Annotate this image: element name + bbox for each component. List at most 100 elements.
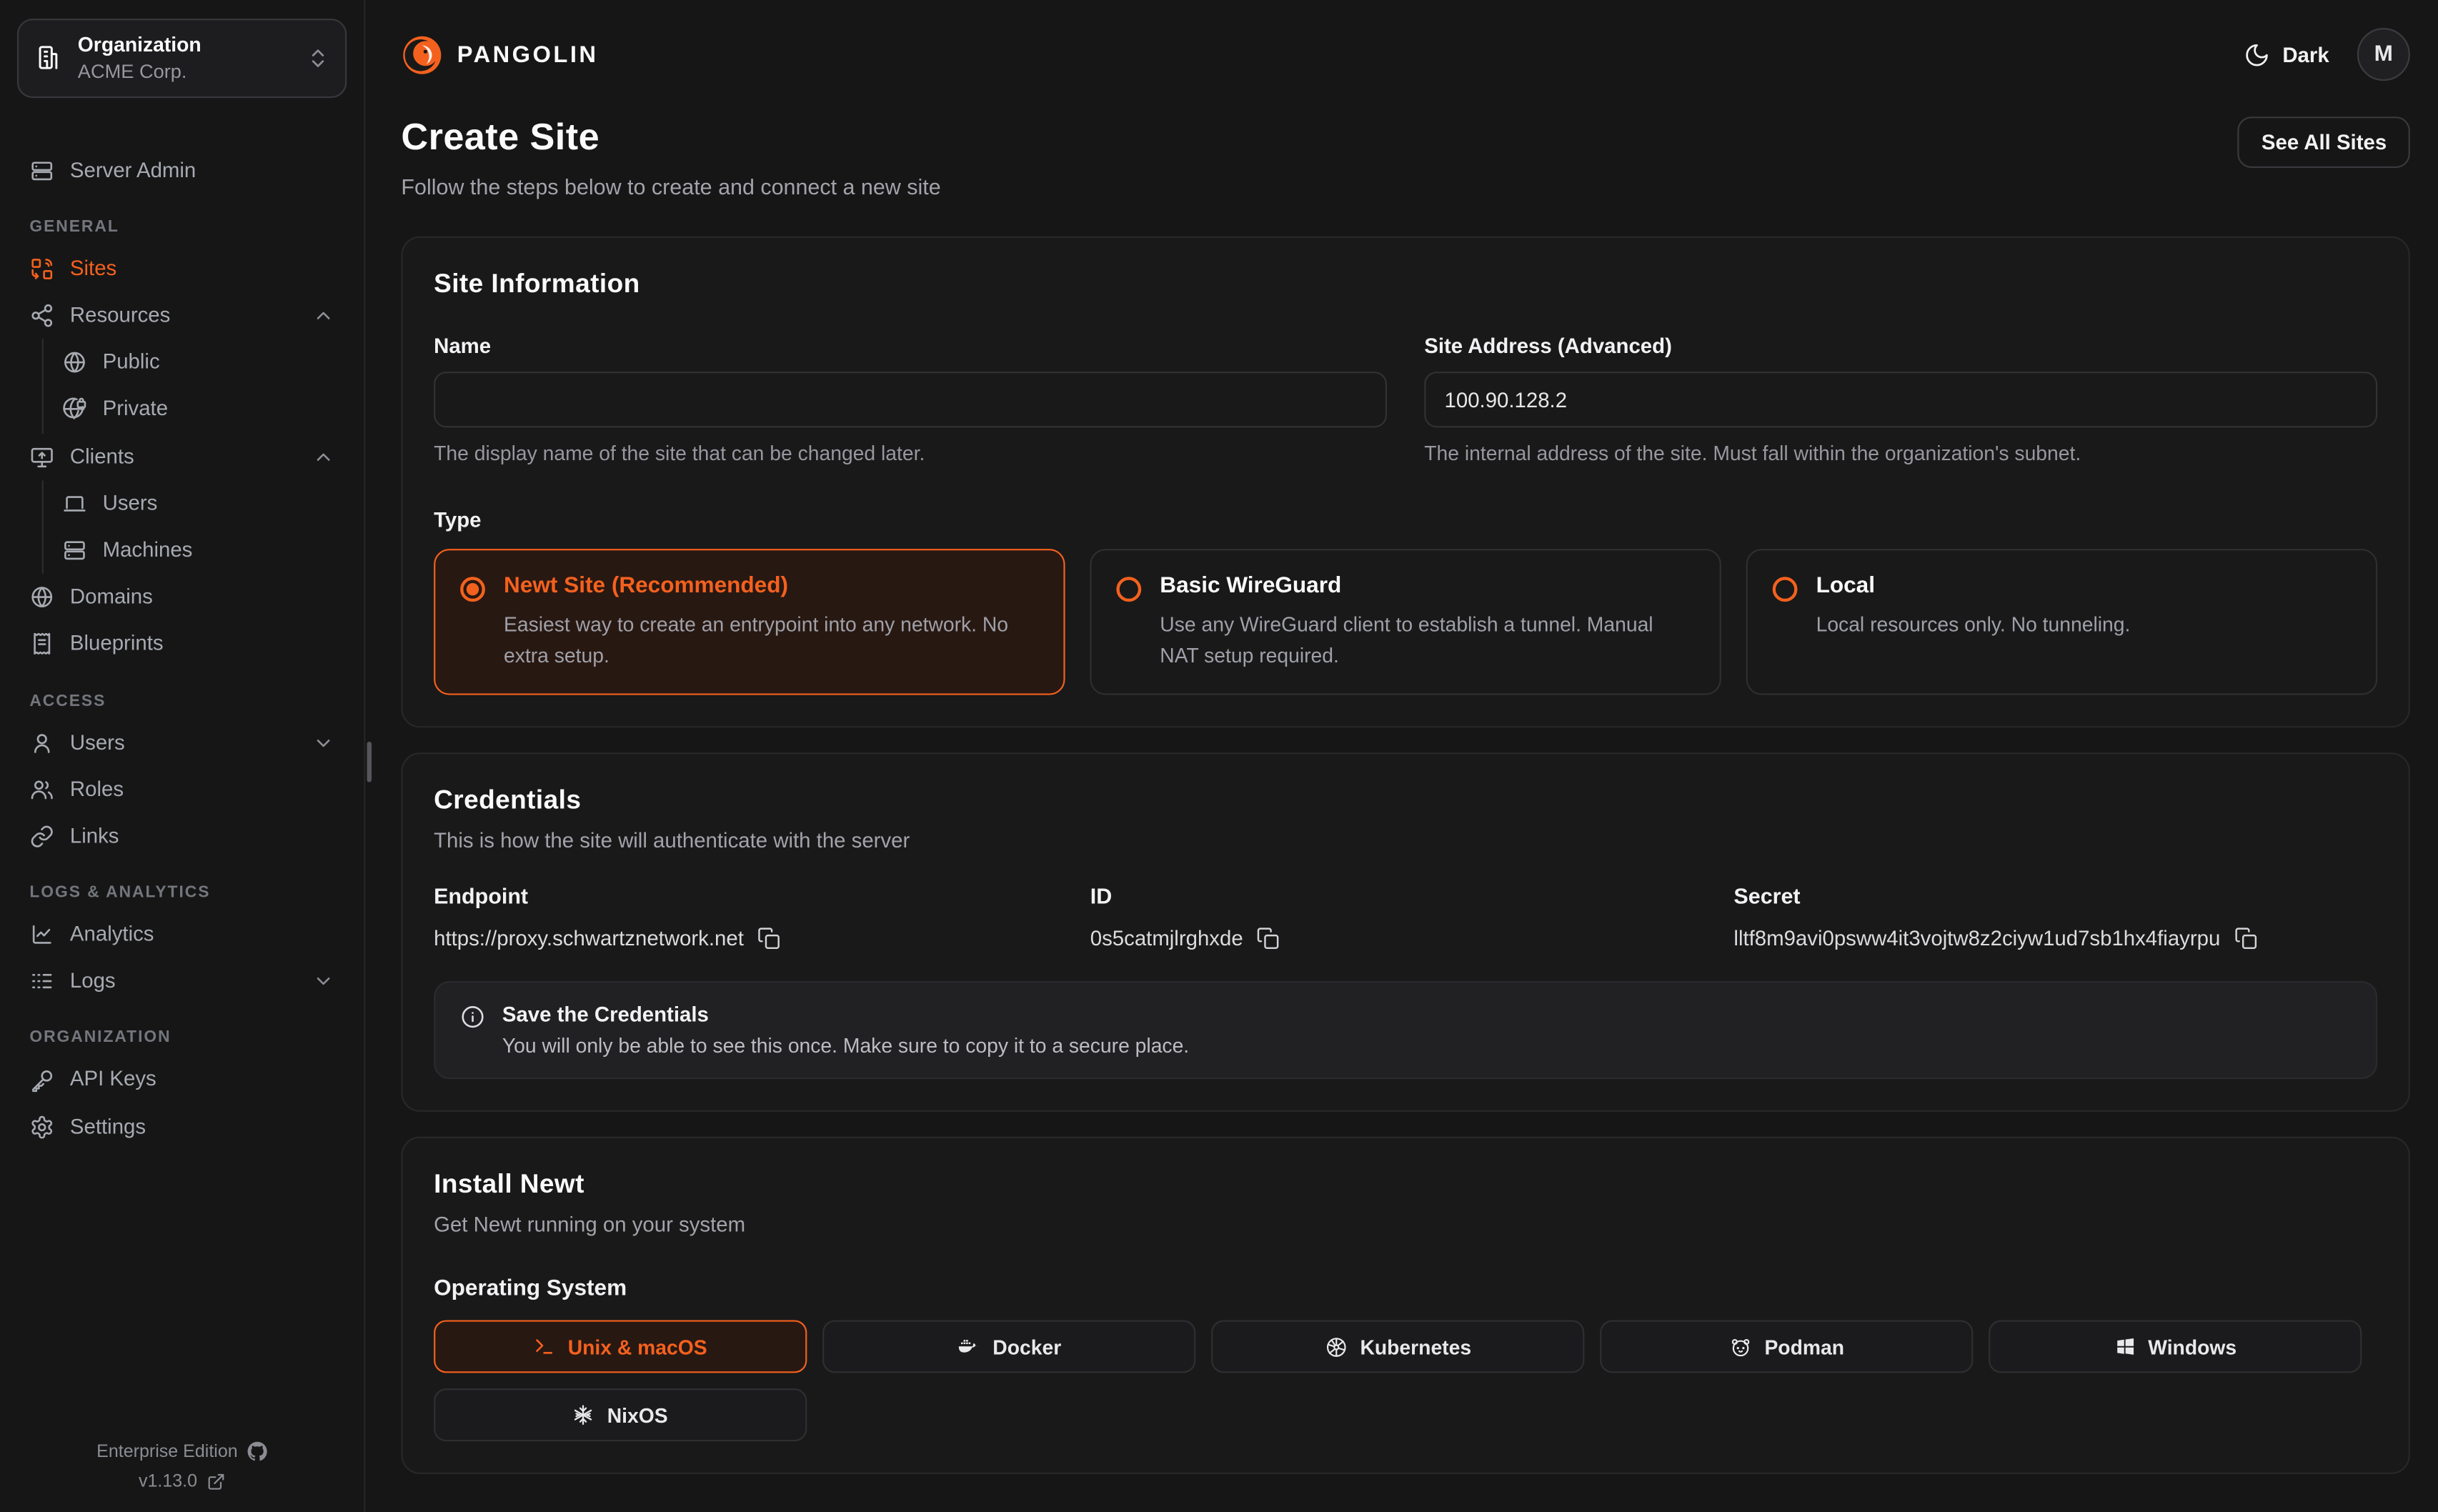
sidebar-section-access: ACCESS — [29, 691, 334, 710]
pangolin-logo-icon — [401, 34, 443, 76]
sidebar-item-public[interactable]: Public — [50, 339, 347, 387]
main-content: PANGOLIN Dark M Create Site Follow the s… — [365, 0, 2438, 1512]
type-option-title: Basic WireGuard — [1160, 574, 1695, 599]
install-newt-subtitle: Get Newt running on your system — [434, 1213, 2377, 1236]
app-window: Organization ACME Corp. Server Admin GEN… — [0, 0, 2438, 1512]
site-information-card: Site Information Name The display name o… — [401, 237, 2409, 728]
users-icon — [29, 777, 54, 802]
radio-icon — [1773, 577, 1798, 602]
sidebar-item-domains[interactable]: Domains — [17, 574, 347, 621]
type-option-newt[interactable]: Newt Site (Recommended) Easiest way to c… — [434, 549, 1065, 695]
sidebar-item-analytics[interactable]: Analytics — [17, 911, 347, 958]
topbar: PANGOLIN Dark M — [401, 24, 2409, 86]
type-option-wireguard[interactable]: Basic WireGuard Use any WireGuard client… — [1090, 549, 1721, 695]
sidebar-item-links[interactable]: Links — [17, 813, 347, 860]
os-option-kubernetes[interactable]: Kubernetes — [1211, 1320, 1584, 1373]
building-icon — [34, 44, 62, 72]
github-icon — [247, 1441, 267, 1461]
sidebar-item-label: Resources — [70, 303, 170, 328]
link-icon — [29, 824, 54, 849]
os-option-label: Kubernetes — [1360, 1335, 1471, 1358]
brand-name: PANGOLIN — [457, 41, 599, 68]
site-address-label: Site Address (Advanced) — [1424, 334, 2377, 358]
sidebar-item-machines[interactable]: Machines — [50, 527, 347, 575]
os-option-unix-macos[interactable]: Unix & macOS — [434, 1320, 807, 1373]
copy-endpoint-button[interactable] — [757, 927, 781, 950]
version-row[interactable]: v1.13.0 — [17, 1473, 347, 1491]
os-option-windows[interactable]: Windows — [1989, 1320, 2362, 1373]
moon-icon — [2244, 41, 2270, 68]
external-link-icon — [207, 1473, 225, 1491]
credentials-card: Credentials This is how the site will au… — [401, 752, 2409, 1112]
os-option-nixos[interactable]: NixOS — [434, 1388, 807, 1441]
org-selector[interactable]: Organization ACME Corp. — [17, 19, 347, 97]
sidebar-item-logs[interactable]: Logs — [17, 958, 347, 1005]
topbar-right: Dark M — [2244, 28, 2410, 81]
sidebar-section-general: GENERAL — [29, 217, 334, 236]
sidebar-section-organization: ORGANIZATION — [29, 1028, 334, 1047]
sidebar-item-label: Roles — [70, 777, 124, 802]
sidebar-footer: Enterprise Edition v1.13.0 — [17, 1441, 347, 1494]
theme-toggle[interactable]: Dark — [2244, 41, 2329, 68]
sidebar-item-resources[interactable]: Resources — [17, 292, 347, 339]
sidebar-item-settings[interactable]: Settings — [17, 1103, 347, 1150]
kubernetes-icon — [1324, 1335, 1348, 1358]
sidebar-item-label: Machines — [103, 538, 193, 563]
share-network-icon — [29, 304, 54, 329]
id-row: 0s5catmjlrghxde — [1090, 927, 1734, 950]
sidebar-item-label: Analytics — [70, 922, 154, 948]
type-option-title: Newt Site (Recommended) — [504, 574, 1039, 599]
sidebar-item-sites[interactable]: Sites — [17, 245, 347, 292]
chevron-up-icon — [312, 305, 334, 327]
radio-icon — [1116, 577, 1141, 602]
copy-id-button[interactable] — [1257, 927, 1280, 950]
sidebar-item-api-keys[interactable]: API Keys — [17, 1056, 347, 1103]
copy-secret-button[interactable] — [2234, 927, 2258, 950]
site-address-input[interactable] — [1424, 372, 2377, 427]
globe-icon — [29, 585, 54, 610]
sidebar-item-private[interactable]: Private — [50, 386, 347, 433]
windows-icon — [2114, 1336, 2135, 1357]
name-label: Name — [434, 334, 1387, 358]
edition-row[interactable]: Enterprise Edition — [17, 1441, 347, 1461]
terminal-icon — [534, 1336, 555, 1357]
endpoint-value: https://proxy.schwartznetwork.net — [434, 927, 744, 950]
sidebar-item-label: Domains — [70, 585, 153, 610]
radio-selected-icon — [460, 577, 485, 602]
page-header-texts: Create Site Follow the steps below to cr… — [401, 116, 940, 199]
nixos-snowflake-icon — [573, 1404, 594, 1426]
see-all-sites-button[interactable]: See All Sites — [2238, 116, 2410, 168]
type-option-desc: Easiest way to create an entrypoint into… — [504, 610, 1039, 670]
sidebar-item-clients[interactable]: Clients — [17, 433, 347, 480]
site-name-input[interactable] — [434, 372, 1387, 427]
org-selector-value: ACME Corp. — [78, 61, 291, 85]
avatar[interactable]: M — [2357, 28, 2410, 81]
sidebar-nav: Server Admin GENERAL Sites Resources Pub… — [17, 125, 347, 1150]
os-option-podman[interactable]: Podman — [1600, 1320, 1973, 1373]
secret-label: Secret — [1733, 883, 2377, 908]
secret-group: Secret lltf8m9avi0psww4it3vojtw8z2ciyw1u… — [1733, 883, 2377, 950]
brand: PANGOLIN — [401, 34, 598, 76]
name-field-group: Name The display name of the site that c… — [434, 334, 1387, 465]
gear-icon — [29, 1115, 54, 1140]
sidebar-item-label: Public — [103, 350, 160, 375]
endpoint-group: Endpoint https://proxy.schwartznetwork.n… — [434, 883, 1090, 950]
os-option-docker[interactable]: Docker — [822, 1320, 1195, 1373]
sidebar-item-label: API Keys — [70, 1068, 156, 1093]
type-option-local[interactable]: Local Local resources only. No tunneling… — [1746, 549, 2377, 695]
endpoint-label: Endpoint — [434, 883, 1090, 908]
sidebar-item-blueprints[interactable]: Blueprints — [17, 621, 347, 668]
type-options: Newt Site (Recommended) Easiest way to c… — [434, 549, 2377, 695]
sidebar-item-client-users[interactable]: Users — [50, 480, 347, 527]
type-label: Type — [434, 509, 2377, 532]
logs-icon — [29, 969, 54, 994]
key-icon — [29, 1068, 54, 1093]
type-option-texts: Basic WireGuard Use any WireGuard client… — [1160, 574, 1695, 670]
type-option-title: Local — [1816, 574, 2131, 599]
clients-subgroup: Users Machines — [42, 480, 347, 574]
sidebar-item-roles[interactable]: Roles — [17, 766, 347, 813]
endpoint-row: https://proxy.schwartznetwork.net — [434, 927, 1090, 950]
sidebar-item-server-admin[interactable]: Server Admin — [17, 147, 347, 194]
monitor-up-icon — [29, 444, 54, 469]
sidebar-item-users[interactable]: Users — [17, 719, 347, 766]
